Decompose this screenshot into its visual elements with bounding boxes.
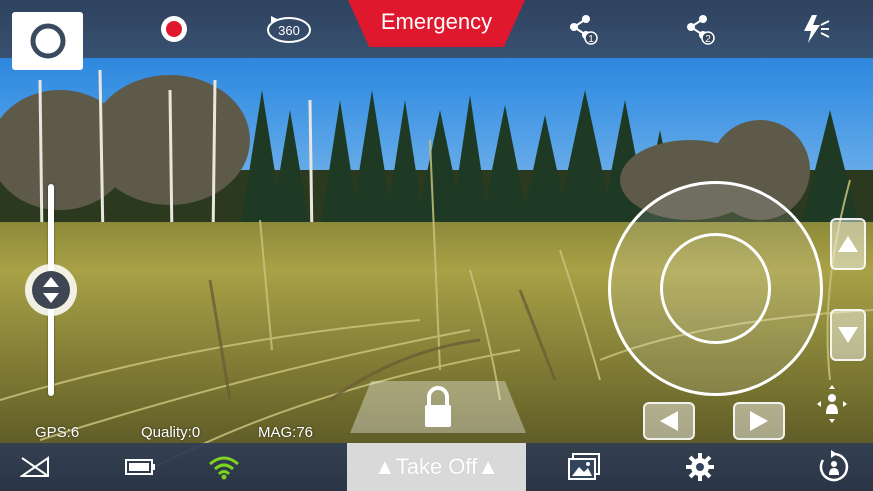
headless-mode-button[interactable] bbox=[815, 383, 849, 425]
share-1-label: 1 bbox=[588, 34, 594, 45]
trim-up-button[interactable] bbox=[830, 218, 866, 270]
emergency-button[interactable]: Emergency bbox=[348, 0, 525, 47]
take-off-label: ▲Take Off▲ bbox=[373, 454, 500, 479]
arrow-up-icon bbox=[838, 236, 858, 252]
return-home-button[interactable] bbox=[816, 443, 852, 491]
battery-status bbox=[124, 443, 158, 491]
take-photo-button[interactable] bbox=[12, 12, 83, 70]
wifi-status bbox=[206, 443, 242, 491]
up-down-arrows-icon bbox=[32, 271, 70, 309]
lock-icon bbox=[425, 386, 451, 427]
trim-right-button[interactable] bbox=[733, 402, 785, 440]
share-2-label: 2 bbox=[705, 34, 711, 45]
rotate-360-label: 360 bbox=[278, 23, 300, 38]
share-2-icon: 2 bbox=[687, 15, 715, 45]
record-video-button[interactable] bbox=[155, 0, 193, 58]
camera-icon bbox=[30, 23, 65, 59]
arrow-right-icon bbox=[750, 411, 768, 431]
signal-status bbox=[18, 443, 52, 491]
flash-mode-icon bbox=[804, 15, 830, 43]
quality-readout: Quality:0 bbox=[141, 424, 201, 441]
throttle-slider-knob[interactable] bbox=[25, 264, 77, 316]
signal-off-icon bbox=[20, 456, 49, 477]
record-icon bbox=[161, 16, 187, 42]
share-2-button[interactable]: 2 bbox=[682, 0, 718, 58]
gps-readout: GPS:6 bbox=[35, 424, 80, 441]
arrow-left-icon bbox=[660, 411, 678, 431]
trim-left-button[interactable] bbox=[643, 402, 695, 440]
gallery-button[interactable] bbox=[566, 443, 602, 491]
mag-readout: MAG:76 bbox=[258, 424, 314, 441]
person-icon bbox=[817, 385, 847, 423]
rotate-360-icon: 360 bbox=[267, 16, 311, 43]
gallery-icon bbox=[568, 453, 600, 480]
take-off-button[interactable]: ▲Take Off▲ bbox=[347, 443, 526, 491]
settings-button[interactable] bbox=[684, 443, 716, 491]
share-1-icon: 1 bbox=[570, 15, 598, 45]
wifi-icon bbox=[209, 456, 239, 480]
arrow-down-icon bbox=[838, 327, 858, 343]
rotate-360-button[interactable]: 360 bbox=[264, 0, 314, 58]
share-1-button[interactable]: 1 bbox=[565, 0, 601, 58]
joystick-handle[interactable] bbox=[660, 233, 771, 344]
unlock-button[interactable] bbox=[350, 381, 526, 433]
gear-icon bbox=[686, 453, 714, 481]
flash-mode-button[interactable] bbox=[798, 0, 834, 58]
return-home-icon bbox=[819, 450, 849, 482]
battery-icon bbox=[125, 459, 155, 475]
trim-down-button[interactable] bbox=[830, 309, 866, 361]
